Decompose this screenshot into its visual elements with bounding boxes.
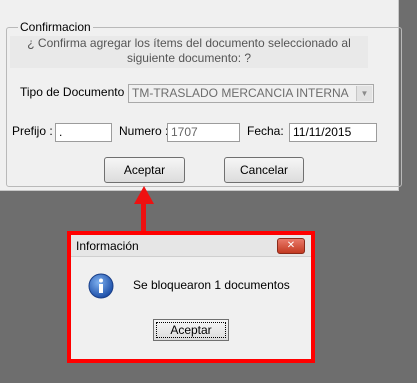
numero-input[interactable]: 1707 [167,123,240,142]
dialog-title: Información [76,239,139,253]
close-icon[interactable]: ✕ [277,238,305,254]
group-title: Confirmacion [18,20,93,34]
tipo-documento-label: Tipo de Documento : [20,85,131,99]
focus-rectangle [156,322,226,338]
confirm-question: ¿ Confirma agregar los ítems del documen… [10,36,368,68]
confirm-form-panel: Confirmacion ¿ Confirma agregar los ítem… [0,0,402,191]
dialog-accept-button[interactable]: Aceptar [153,319,229,341]
fecha-label: Fecha: [247,124,284,138]
tipo-documento-select[interactable]: TM-TRASLADO MERCANCIA INTERNA ▼ [128,84,374,103]
tipo-documento-value: TM-TRASLADO MERCANCIA INTERNA [132,86,349,100]
info-dialog: Información ✕ Se bloquearon 1 documentos… [67,231,315,363]
chevron-down-icon[interactable]: ▼ [356,86,372,101]
numero-label: Numero : [119,124,169,138]
fecha-input[interactable]: 11/11/2015 [289,123,377,142]
cancel-button[interactable]: Cancelar [224,157,304,183]
accept-button[interactable]: Aceptar [104,157,185,183]
dialog-message: Se bloquearon 1 documentos [133,278,290,292]
prefijo-label: Prefijo : [12,124,53,138]
info-icon [88,273,114,299]
dialog-titlebar: Información ✕ [71,235,311,257]
prefijo-input[interactable]: . [55,123,112,142]
